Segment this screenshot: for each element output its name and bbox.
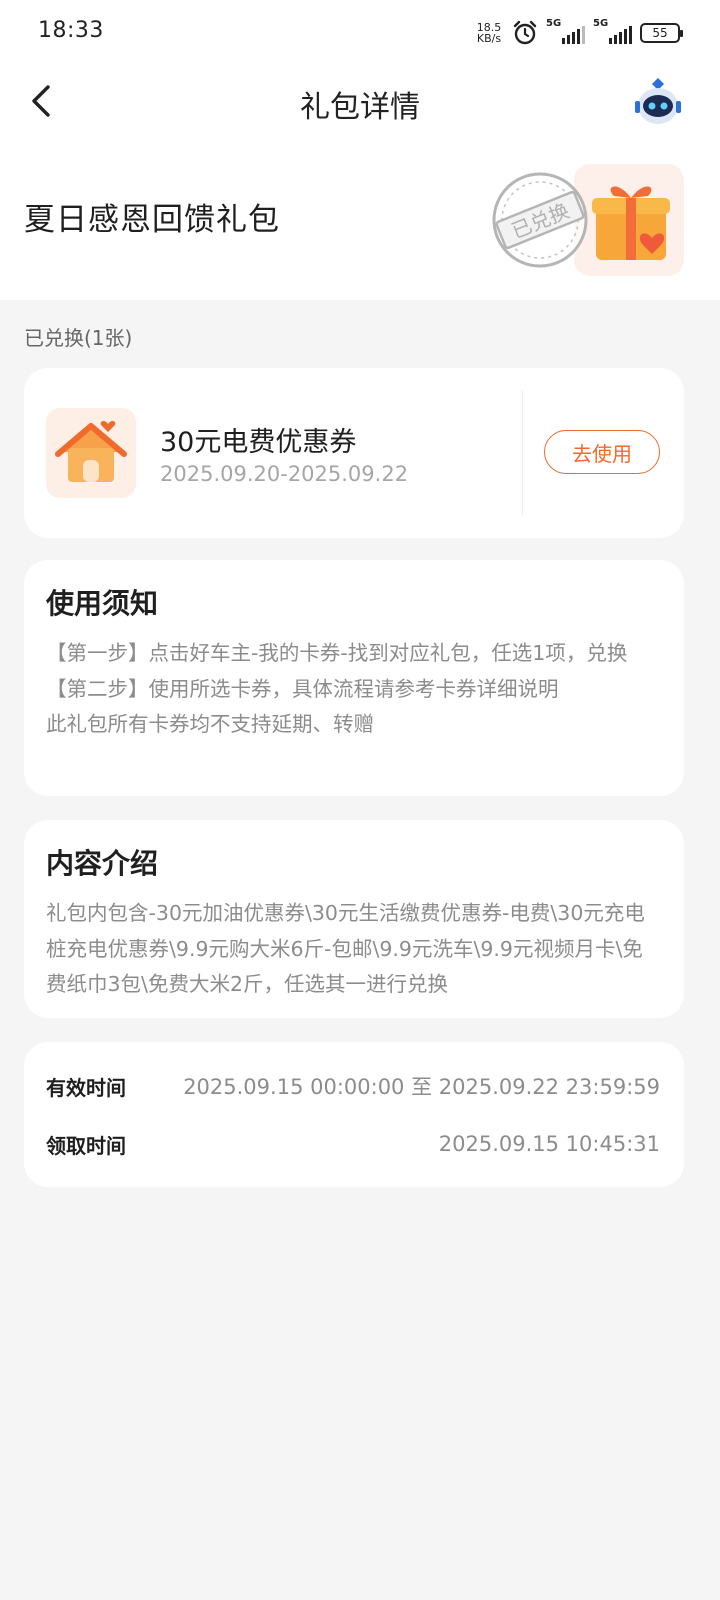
redeemed-stamp-icon: 已兑换 [492, 172, 588, 268]
redeemed-count-label: 已兑换(1张) [24, 326, 133, 350]
usage-notice-card: 使用须知 【第一步】点击好车主-我的卡券-找到对应礼包，任选1项，兑换 【第二步… [24, 560, 684, 796]
notice-line: 此礼包所有卡券均不支持延期、转赠 [46, 712, 374, 736]
notice-line: 【第一步】点击好车主-我的卡券-找到对应礼包，任选1项，兑换 [46, 641, 628, 665]
robot-avatar-icon [635, 78, 681, 124]
usage-notice-text: 【第一步】点击好车主-我的卡券-找到对应礼包，任选1项，兑换 【第二步】使用所选… [46, 636, 662, 743]
status-icons: 18.5 KB/s 5G 5G 55 [474, 18, 683, 48]
claim-time-row: 领取时间 2025.09.15 10:45:31 [46, 1129, 660, 1159]
content-intro-card: 内容介绍 礼包内包含-30元加油优惠券\30元生活缴费优惠券-电费\30元充电桩… [24, 820, 684, 1018]
usage-notice-title: 使用须知 [46, 587, 159, 620]
claim-time-label: 领取时间 [46, 1133, 126, 1158]
redeemed-stamp: 已兑换 [488, 168, 592, 272]
network-speed: 18.5 KB/s [474, 22, 504, 44]
valid-time-row: 有效时间 2025.09.15 00:00:00 至 2025.09.22 23… [46, 1071, 660, 1101]
house-icon [55, 420, 127, 482]
signal-sim1-icon: 5G [546, 18, 585, 44]
sim1-label: 5G [546, 18, 562, 29]
status-time: 18:33 [38, 18, 104, 43]
gift-package-name: 夏日感恩回馈礼包 [24, 202, 280, 238]
alarm-clock-icon [513, 20, 537, 45]
time-info-card: 有效时间 2025.09.15 00:00:00 至 2025.09.22 23… [24, 1042, 684, 1187]
robot-avatar-button[interactable] [632, 76, 684, 128]
page-title: 礼包详情 [300, 90, 420, 125]
network-speed-unit: KB/s [476, 32, 502, 45]
content-intro-text: 礼包内包含-30元加油优惠券\30元生活缴费优惠券-电费\30元充电桩充电优惠券… [46, 901, 645, 996]
coupon-divider [522, 390, 523, 516]
battery-indicator: 55 [640, 23, 683, 43]
status-bar: 18:33 18.5 KB/s 5G 5G 55 [0, 0, 720, 64]
coupon-title: 30元电费优惠券 [160, 427, 357, 458]
content-intro-title: 内容介绍 [46, 847, 159, 880]
claim-time-value: 2025.09.15 10:45:31 [438, 1132, 660, 1156]
use-coupon-button[interactable]: 去使用 [544, 430, 660, 474]
coupon-date-range: 2025.09.20-2025.09.22 [160, 462, 409, 486]
valid-time-label: 有效时间 [46, 1075, 126, 1100]
header: 礼包详情 夏日感恩回馈礼包 已兑换 [0, 64, 720, 300]
coupon-icon-wrap [46, 408, 136, 498]
sim2-label: 5G [593, 18, 609, 29]
valid-time-value: 2025.09.15 00:00:00 至 2025.09.22 23:59:5… [183, 1075, 660, 1099]
signal-sim2-icon: 5G [593, 18, 632, 44]
coupon-card: 30元电费优惠券 2025.09.20-2025.09.22 去使用 [24, 368, 684, 538]
notice-line: 【第二步】使用所选卡券，具体流程请参考卡券详细说明 [46, 676, 559, 701]
